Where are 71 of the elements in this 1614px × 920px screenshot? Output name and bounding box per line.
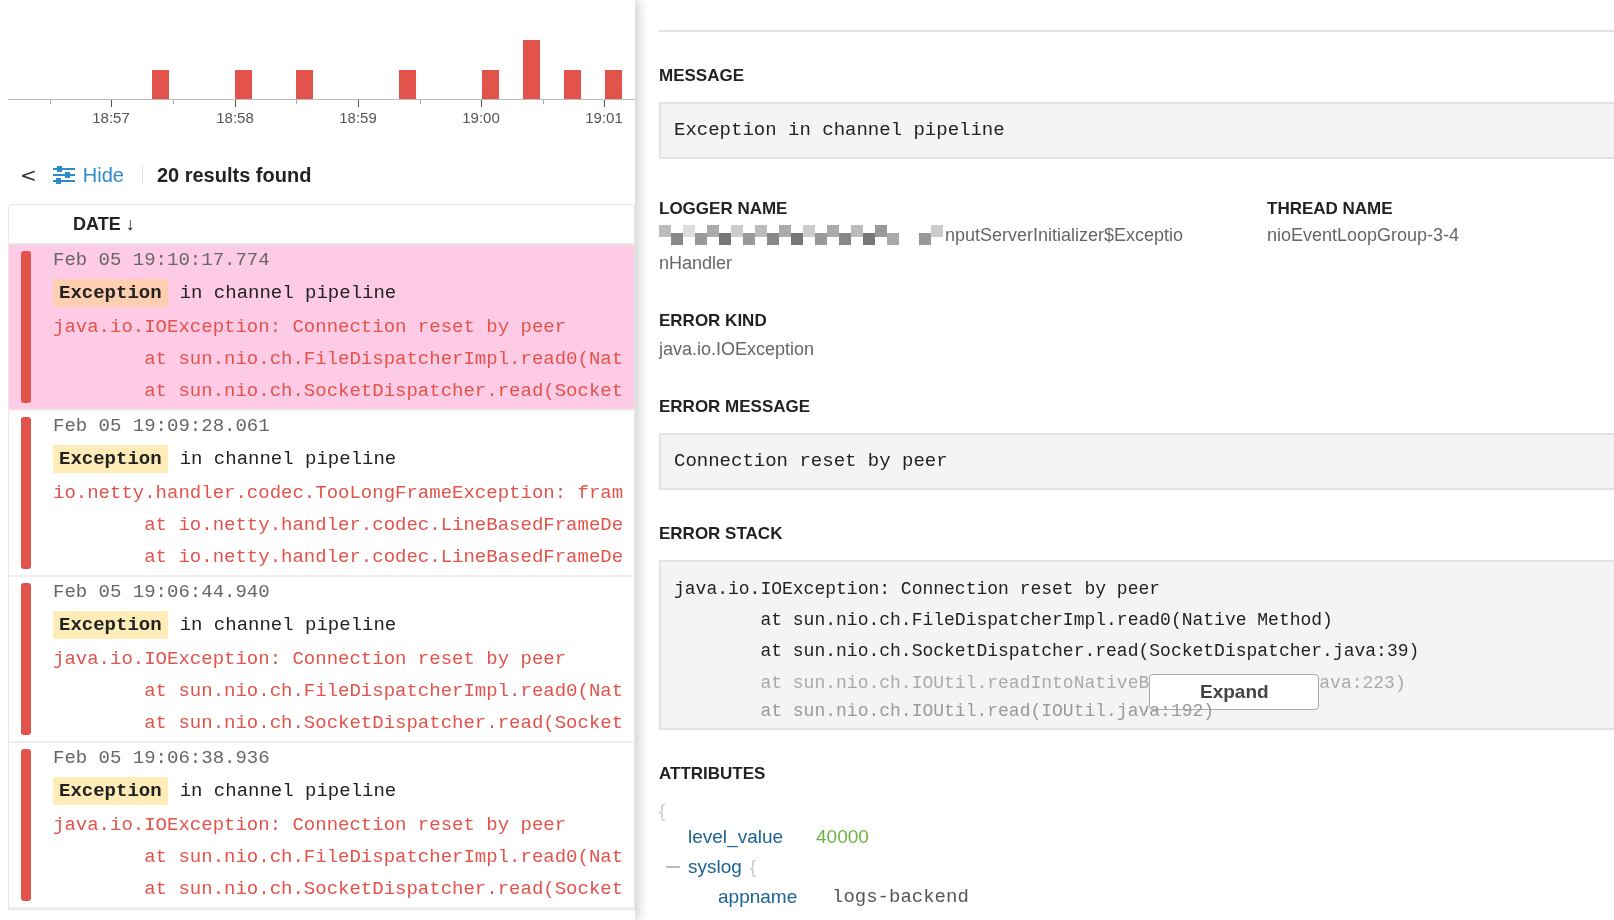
error-kind: java.io.IOException: [659, 338, 816, 361]
histogram-bar: [482, 70, 499, 100]
axis-label: 19:01: [584, 109, 624, 126]
histogram-bar: [605, 70, 622, 100]
log-tag: Exception: [53, 611, 168, 639]
log-tag: Exception: [53, 777, 168, 805]
histogram-bar: [296, 70, 313, 100]
log-message: in channel pipeline: [179, 282, 397, 304]
stack-trace-line: at sun.nio.ch.FileDispatcherImpl.read0(Nat: [143, 845, 624, 870]
stack-trace-line: at sun.nio.ch.SocketDispatcher.read(Socket: [143, 877, 624, 902]
log-row[interactable]: Feb 05 19:06:38.936 Exception in channel pipeline java.io.IOException: Connection reset by peer at sun.nio.ch.FileDispatcherImpl.read0(Nat at sun.nio.ch.SocketDispatcher.read(Socket: [9, 743, 634, 909]
results-count: 20 results found: [156, 163, 312, 187]
field-label: MESSAGE: [659, 66, 746, 86]
field-label: ERROR STACK: [659, 524, 784, 544]
histogram-bar: [399, 70, 416, 100]
histogram-bar: [152, 70, 169, 100]
field-label: LOGGER NAME: [659, 199, 789, 219]
axis-label: 18:58: [215, 109, 255, 126]
stack-trace-line: at sun.nio.ch.SocketDispatcher.read(Socket: [143, 379, 624, 404]
stack-trace-line: java.io.IOException: Connection reset by peer: [53, 315, 568, 340]
date-column-header[interactable]: DATE ↓: [69, 213, 139, 235]
axis-label: 18:59: [338, 109, 378, 126]
log-row[interactable]: Feb 05 19:10:17.774 Exception in channel pipeline java.io.IOException: Connection reset by peer at sun.nio.ch.FileDispatcherImpl.read0(Nat at sun.nio.ch.SocketDispatcher.read(Socket: [9, 245, 634, 411]
log-message: in channel pipeline: [179, 614, 397, 636]
logger-name: nHandler: [659, 253, 733, 273]
stack-trace-line: at sun.nio.ch.SocketDispatcher.read(Socket: [143, 711, 624, 736]
stack-trace-line: ava:223): [1319, 672, 1406, 693]
axis-label: 18:57: [91, 109, 131, 126]
sliders-icon: [52, 165, 75, 185]
axis-label: 19:00: [461, 109, 501, 126]
thread-name: nioEventLoopGroup-3-4: [1267, 224, 1461, 247]
json-brace: {: [749, 856, 757, 878]
stack-trace-line: at io.netty.handler.codec.LineBasedFrameDe: [143, 513, 624, 538]
field-label: THREAD NAME: [1267, 199, 1394, 219]
log-row[interactable]: Feb 05 19:09:28.061 Exception in channel pipeline io.netty.handler.codec.TooLongFrameException: fram at io.netty.handler.codec.LineBasedFrameDe at io.netty.handler.codec.LineBasedFrameDe: [9, 411, 634, 577]
histogram-bar: [523, 40, 540, 100]
stack-trace-line: at sun.nio.ch.FileDispatcherImpl.read0(Nat: [143, 679, 624, 704]
field-label: ERROR KIND: [659, 311, 768, 331]
logger-name: nputServerInitializer$Exceptio: [945, 224, 1184, 247]
attribute-value: logs-backend: [832, 886, 969, 908]
hide-filters-button[interactable]: Hide: [48, 163, 128, 187]
log-date: Feb 05 19:09:28.061: [53, 414, 271, 439]
log-tag: Exception: [53, 445, 168, 473]
stack-trace-line: at sun.nio.ch.FileDispatcherImpl.read0(Native Method): [759, 609, 1334, 632]
log-message: in channel pipeline: [179, 448, 397, 470]
log-date: Feb 05 19:10:17.774: [53, 248, 271, 273]
back-button[interactable]: <: [14, 163, 43, 187]
attribute-key: appname: [718, 886, 824, 908]
stack-trace-line: java.io.IOException: Connection reset by peer: [53, 647, 568, 672]
stack-trace-line: at sun.nio.ch.SocketDispatcher.read(SocketDispatcher.java:39): [759, 640, 1421, 663]
error-message-box: Connection reset by peer: [659, 433, 1614, 490]
log-row[interactable]: Feb 05 19:06:44.940 Exception in channel pipeline java.io.IOException: Connection reset by peer at sun.nio.ch.FileDispatcherImpl.read0(Nat at sun.nio.ch.SocketDispatcher.read(Socket: [9, 577, 634, 743]
attribute-key: level_value: [688, 826, 808, 848]
attribute-value: 40000: [816, 826, 869, 848]
attribute-key: syslog: [688, 856, 742, 878]
stack-trace-line: at sun.nio.ch.IOUtil.readIntoNativeB: [759, 672, 1150, 693]
field-label: ATTRIBUTES: [659, 764, 767, 784]
field-label: ERROR MESSAGE: [659, 397, 812, 417]
json-brace: {: [659, 800, 667, 822]
log-message: in channel pipeline: [179, 780, 397, 802]
message-box: Exception in channel pipeline: [659, 102, 1614, 159]
stack-trace-line: java.io.IOException: Connection reset by peer: [674, 578, 1162, 601]
histogram-bar: [235, 70, 252, 100]
stack-trace-line: java.io.IOException: Connection reset by peer: [53, 813, 568, 838]
stack-trace-line: at sun.nio.ch.FileDispatcherImpl.read0(Nat: [143, 347, 624, 372]
stack-trace-line: at io.netty.handler.codec.LineBasedFrameDe: [143, 545, 624, 570]
histogram-bar: [564, 70, 581, 100]
log-tag: Exception: [53, 279, 168, 307]
stack-trace-line: io.netty.handler.codec.TooLongFrameException: fram: [53, 481, 624, 506]
log-date: Feb 05 19:06:38.936: [53, 746, 271, 771]
log-date: Feb 05 19:06:44.940: [53, 580, 271, 605]
